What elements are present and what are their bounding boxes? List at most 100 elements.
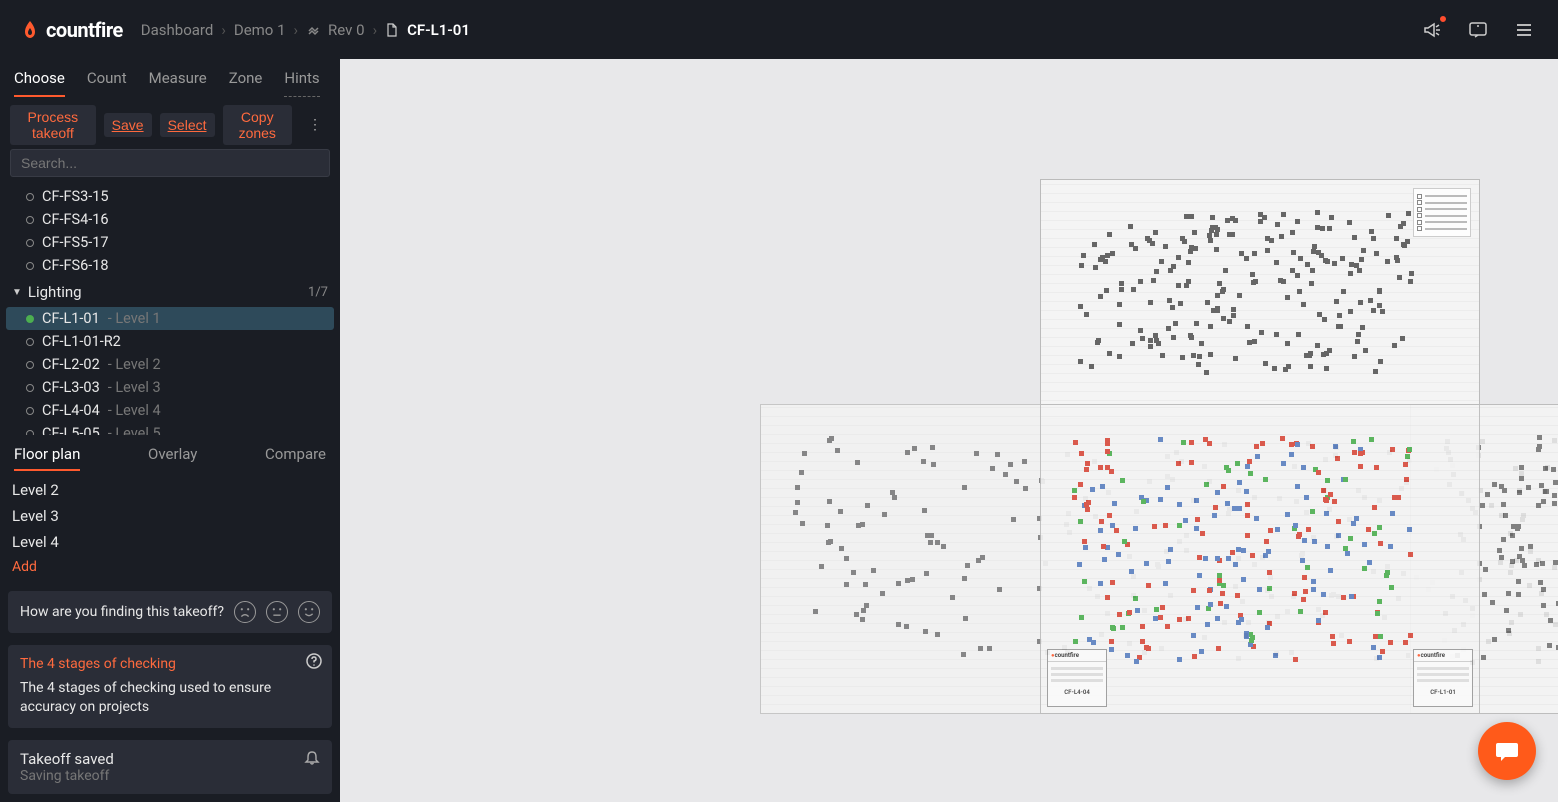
message-icon [1468,20,1488,40]
notification-dot [1438,14,1448,24]
search-container [0,149,340,183]
caret-down-icon: ▼ [12,287,22,298]
face-sad-icon[interactable] [234,601,256,623]
process-takeoff-button[interactable]: Process takeoff [10,105,96,145]
tree-item[interactable]: CF-L2-02 - Level 2 [6,353,334,376]
tree-item-label: CF-L2-02 [42,356,100,373]
breadcrumb-current: CF-L1-01 [407,21,470,39]
tab-choose[interactable]: Choose [14,69,65,97]
select-button[interactable]: Select [160,113,215,137]
status-primary: Takeoff saved [20,750,320,768]
tree-item[interactable]: CF-L5-05 - Level 5 [6,422,334,435]
tree-item-suffix: - Level 5 [108,425,161,435]
tree-item-label: CF-L1-01-R2 [42,333,121,350]
bullet-icon [26,315,34,323]
tree-item[interactable]: CF-FS3-15 [6,185,334,208]
bullet-icon [26,262,34,270]
tab-count[interactable]: Count [87,69,127,97]
tree-item-suffix: - Level 1 [108,310,161,327]
tree-item[interactable]: CF-L1-01 - Level 1 [6,307,334,330]
level-item[interactable]: Level 4 [10,529,330,555]
tree-item-label: CF-L4-04 [42,402,100,419]
breadcrumb-rev[interactable]: Rev 0 [328,21,365,39]
help-icon[interactable] [306,653,322,676]
chat-icon [1493,737,1521,765]
tree-item-label: CF-L5-05 [42,425,100,435]
tree-item-label: CF-FS3-15 [42,188,109,205]
subtabs: Floor plan Overlay Compare [0,435,340,471]
chevron-right-icon: › [221,21,226,39]
subtab-overlay[interactable]: Overlay [148,445,197,471]
subtab-compare[interactable]: Compare [265,445,326,471]
tree-item-label: CF-FS5-17 [42,234,109,251]
copy-zones-button[interactable]: Copy zones [223,105,293,145]
bullet-icon [26,384,34,392]
sidebar: Choose Count Measure Zone Hints Process … [0,59,340,802]
feedback-card: How are you finding this takeoff? [8,591,332,633]
tree-group-label: Lighting [28,283,82,301]
level-item[interactable]: Level 2 [10,477,330,503]
rev-icon [306,23,320,37]
title-block: ●countfire CF-L1-01 [1413,649,1473,707]
tree-item[interactable]: CF-FS5-17 [6,231,334,254]
file-tree: CF-FS3-15 CF-FS4-16 CF-FS5-17 CF-FS6-18 … [0,183,340,435]
save-button[interactable]: Save [104,113,152,137]
announcement-button[interactable] [1418,16,1446,44]
tree-item[interactable]: CF-FS6-18 [6,254,334,277]
more-icon[interactable]: ⋮ [300,113,330,137]
tree-group-lighting[interactable]: ▼ Lighting 1/7 [6,277,334,307]
drawing-canvas[interactable]: ●countfire CF-L3-03 ●countfire CF-L4-04 … [340,59,1558,802]
feedback-prompt: How are you finding this takeoff? [20,604,224,620]
flame-icon [20,20,40,40]
tab-measure[interactable]: Measure [149,69,207,97]
breadcrumb: Dashboard › Demo 1 › Rev 0 › CF-L1-01 [141,21,470,39]
header: countfire Dashboard › Demo 1 › Rev 0 › C… [0,0,1558,59]
tree-item[interactable]: CF-L4-04 - Level 4 [6,399,334,422]
info-card[interactable]: The 4 stages of checking The 4 stages of… [8,645,332,728]
bullet-icon [26,216,34,224]
levels-list: Level 2 Level 3 Level 4 Add [0,471,340,585]
level-item[interactable]: Level 3 [10,503,330,529]
chevron-right-icon: › [373,21,378,39]
bullet-icon [26,239,34,247]
tree-item-label: CF-L1-01 [42,310,100,327]
breadcrumb-dashboard[interactable]: Dashboard [141,21,214,39]
tree-group-count: 1/7 [308,285,328,300]
chevron-right-icon: › [294,21,299,39]
bullet-icon [26,338,34,346]
face-happy-icon[interactable] [298,601,320,623]
main-tabs: Choose Count Measure Zone Hints [0,59,340,97]
tree-item-label: CF-FS4-16 [42,211,109,228]
menu-button[interactable] [1510,16,1538,44]
tree-item-suffix: - Level 3 [108,379,161,396]
file-icon [385,23,399,37]
tree-item[interactable]: CF-L3-03 - Level 3 [6,376,334,399]
status-card: Takeoff saved Saving takeoff [8,740,332,794]
tree-item-label: CF-L3-03 [42,379,100,396]
bullet-icon [26,361,34,369]
bell-icon[interactable] [304,750,320,770]
subtab-floorplan[interactable]: Floor plan [14,445,80,471]
logo[interactable]: countfire [20,18,123,42]
face-neutral-icon[interactable] [266,601,288,623]
feedback-button[interactable] [1464,16,1492,44]
tab-hints[interactable]: Hints [284,69,319,97]
add-level-button[interactable]: Add [10,555,330,579]
drawing-sheet[interactable]: ●countfire CF-L4-04 ●countfire CF-L1-01 [1040,404,1480,714]
search-input[interactable] [10,149,330,177]
tree-item-suffix: - Level 4 [108,402,161,419]
bullet-icon [26,407,34,415]
info-card-body: The 4 stages of checking used to ensure … [20,679,320,718]
tree-item-suffix: - Level 2 [108,356,161,373]
chat-button[interactable] [1478,722,1536,780]
drawing-sheet[interactable] [1040,179,1480,419]
status-secondary: Saving takeoff [20,768,320,784]
tree-item[interactable]: CF-L1-01-R2 [6,330,334,353]
logo-text: countfire [46,18,123,42]
tree-item-label: CF-FS6-18 [42,257,109,274]
toolbar: Process takeoff Save Select Copy zones ⋮ [0,97,340,149]
title-block: ●countfire CF-L4-04 [1047,649,1107,707]
breadcrumb-demo[interactable]: Demo 1 [234,21,286,39]
tab-zone[interactable]: Zone [229,69,263,97]
tree-item[interactable]: CF-FS4-16 [6,208,334,231]
